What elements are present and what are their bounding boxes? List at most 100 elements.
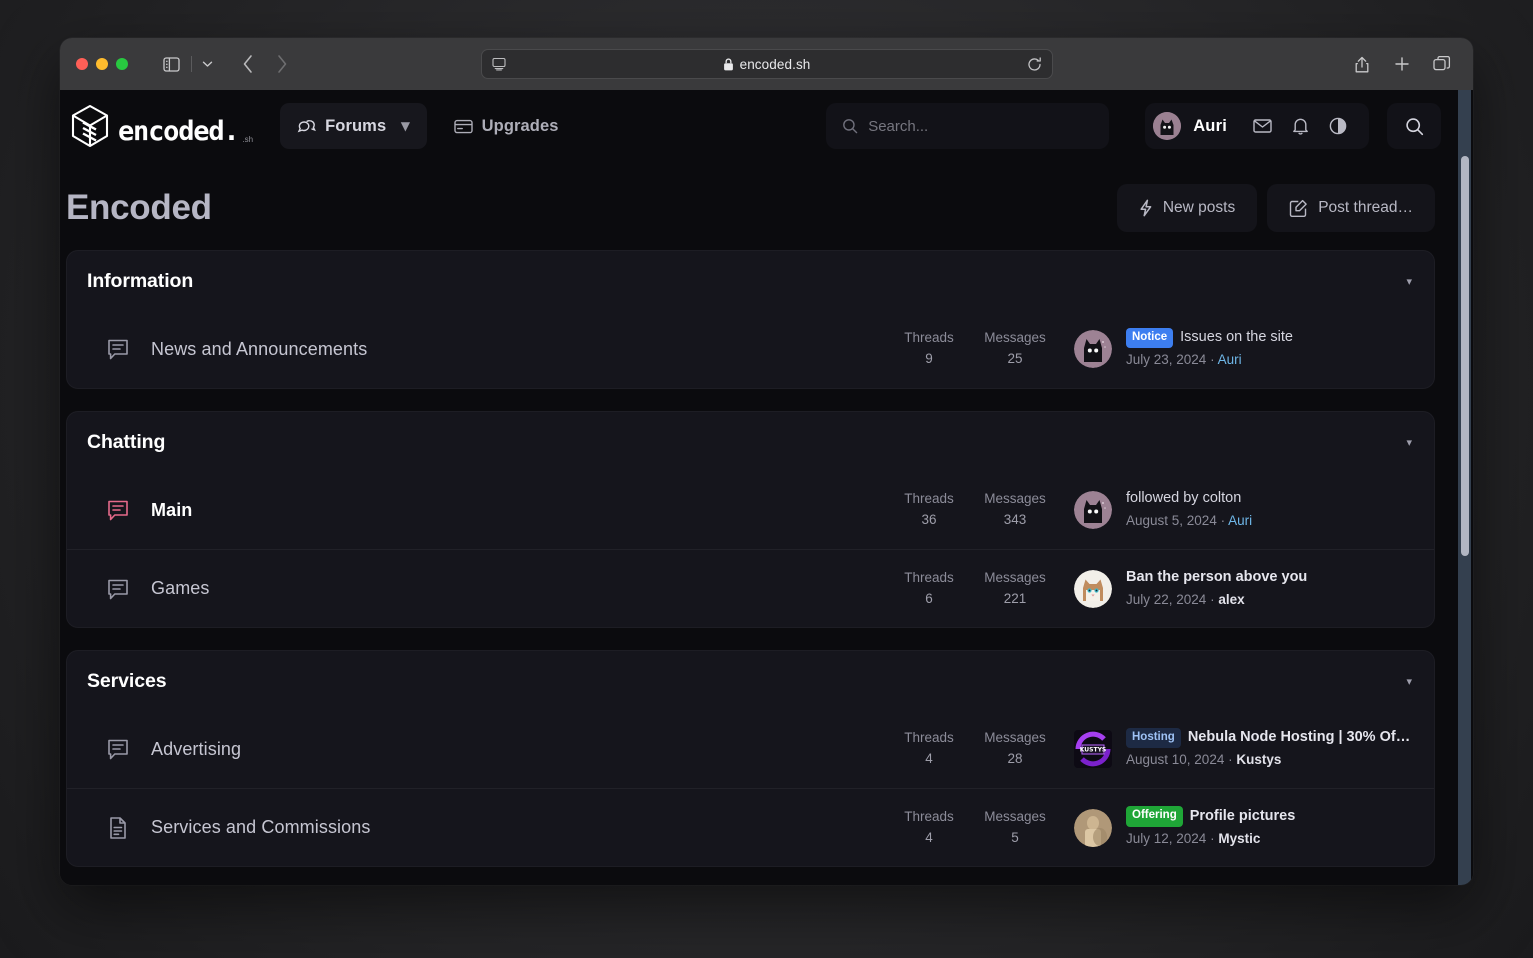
- chevron-down-icon[interactable]: ▾: [1406, 275, 1412, 288]
- close-window-button[interactable]: [76, 58, 88, 70]
- latest-post-author[interactable]: Auri: [1228, 513, 1252, 528]
- lightning-icon: [1139, 199, 1153, 217]
- section-header[interactable]: Services ▾: [67, 651, 1434, 710]
- site-logo[interactable]: encoded. .sh: [66, 104, 256, 148]
- forum-row[interactable]: News and Announcements Threads 9 Message…: [67, 310, 1434, 388]
- latest-post-title[interactable]: Issues on the site: [1180, 327, 1293, 349]
- lock-icon: [723, 58, 734, 71]
- chevron-down-icon[interactable]: ▾: [1406, 436, 1412, 449]
- forum-section: Chatting ▾ Main Threads 36 Messages 343 …: [66, 411, 1435, 628]
- avatar[interactable]: [1074, 569, 1112, 608]
- maximize-window-button[interactable]: [116, 58, 128, 70]
- page-title-row: Encoded New posts Post thread…: [60, 162, 1459, 250]
- section-title: Services: [87, 670, 167, 692]
- nav-item-label: Upgrades: [481, 116, 559, 135]
- latest-post: KUSTYS Hosting Nebula Node Hosting | 30%…: [1074, 727, 1412, 770]
- share-icon[interactable]: [1347, 50, 1377, 78]
- document-icon: [103, 815, 133, 841]
- status-badge: Offering: [1126, 806, 1183, 827]
- forum-stats: Threads 4 Messages 5: [886, 807, 1058, 849]
- forum-name[interactable]: News and Announcements: [151, 339, 367, 360]
- avatar[interactable]: [1074, 330, 1112, 368]
- messages-label: Messages: [984, 730, 1046, 746]
- threads-stat: Threads 36: [886, 489, 972, 531]
- forum-name[interactable]: Main: [151, 500, 192, 521]
- messages-label: Messages: [984, 330, 1046, 346]
- post-thread-button[interactable]: Post thread…: [1267, 184, 1435, 232]
- forum-stats: Threads 4 Messages 28: [886, 728, 1058, 770]
- threads-count: 36: [921, 512, 937, 527]
- tab-overview-icon[interactable]: [1427, 50, 1457, 78]
- search-input[interactable]: [868, 117, 1094, 135]
- latest-post-author[interactable]: Auri: [1218, 352, 1242, 367]
- latest-post: Ban the person above you July 22, 2024 ·…: [1074, 567, 1412, 610]
- latest-post-title[interactable]: Ban the person above you: [1126, 567, 1307, 589]
- forum-row[interactable]: Main Threads 36 Messages 343 followed by…: [67, 471, 1434, 549]
- back-arrow-icon[interactable]: [233, 50, 263, 78]
- latest-post-date: July 22, 2024: [1126, 591, 1207, 607]
- page-content: encoded. .sh Forums ▾ Upgrades Search...…: [60, 90, 1459, 885]
- inbox-icon[interactable]: [1245, 109, 1279, 143]
- messages-label: Messages: [984, 569, 1046, 585]
- forum-name[interactable]: Advertising: [151, 739, 241, 760]
- section-title: Chatting: [87, 431, 166, 453]
- forum-name[interactable]: Services and Commissions: [151, 817, 370, 838]
- latest-post-title[interactable]: Profile pictures: [1190, 806, 1296, 828]
- nav-item-label: Forums: [325, 116, 387, 135]
- threads-label: Threads: [904, 569, 954, 585]
- speech-bubble-icon: [103, 576, 133, 602]
- search-icon: [842, 118, 858, 134]
- nav-item-upgrades[interactable]: Upgrades: [437, 103, 576, 149]
- separator: ·: [1220, 513, 1229, 529]
- section-header[interactable]: Chatting ▾: [67, 412, 1434, 471]
- latest-post-title[interactable]: Nebula Node Hosting | 30% Off y…: [1188, 727, 1412, 749]
- reader-view-icon[interactable]: [491, 57, 506, 71]
- plus-icon[interactable]: [1387, 50, 1417, 78]
- latest-post: Notice Issues on the site July 23, 2024 …: [1074, 327, 1412, 370]
- forum-name[interactable]: Games: [151, 578, 210, 599]
- latest-post-author[interactable]: Mystic: [1218, 831, 1260, 846]
- threads-stat: Threads 4: [886, 728, 972, 770]
- browser-toolbar: encoded.sh: [60, 38, 1473, 90]
- page-scrollbar[interactable]: [1458, 90, 1471, 885]
- messages-stat: Messages 5: [972, 807, 1058, 849]
- contrast-icon[interactable]: [1321, 109, 1355, 143]
- threads-stat: Threads 9: [886, 328, 972, 370]
- new-posts-button[interactable]: New posts: [1116, 184, 1258, 232]
- forum-row[interactable]: Services and Commissions Threads 4 Messa…: [67, 788, 1434, 866]
- messages-count: 28: [1007, 751, 1023, 766]
- messages-count: 25: [1007, 351, 1023, 366]
- status-badge: Notice: [1126, 327, 1174, 349]
- forward-arrow-icon[interactable]: [267, 50, 297, 78]
- section-header[interactable]: Information ▾: [67, 251, 1434, 310]
- toolbar-divider: [191, 56, 192, 72]
- sidebar-toggle-icon[interactable]: [156, 50, 186, 78]
- threads-stat: Threads 4: [886, 807, 972, 849]
- speech-bubble-icon: [103, 736, 133, 762]
- messages-count: 221: [1003, 590, 1027, 606]
- chevron-down-icon[interactable]: ▾: [1406, 675, 1412, 688]
- site-logo-subtext: .sh: [242, 135, 254, 144]
- page-viewport: encoded. .sh Forums ▾ Upgrades Search...…: [60, 90, 1473, 885]
- latest-post-author[interactable]: Kustys: [1236, 752, 1281, 767]
- forum-row[interactable]: Games Threads 6 Messages 221 Ban the per…: [67, 549, 1434, 627]
- address-bar[interactable]: encoded.sh: [480, 49, 1053, 79]
- search-box[interactable]: [826, 103, 1110, 149]
- latest-post-author[interactable]: alex: [1218, 592, 1244, 607]
- avatar[interactable]: KUSTYS: [1074, 730, 1112, 768]
- minimize-window-button[interactable]: [96, 58, 108, 70]
- bell-icon[interactable]: [1283, 109, 1317, 143]
- forum-row[interactable]: Advertising Threads 4 Messages 28 KUSTYS…: [67, 710, 1434, 788]
- scrollbar-thumb[interactable]: [1460, 156, 1469, 556]
- chevron-down-icon: ▾: [401, 117, 410, 135]
- avatar[interactable]: [1074, 491, 1112, 529]
- latest-post-title[interactable]: followed by colton: [1126, 488, 1241, 510]
- nav-item-forums[interactable]: Forums ▾: [280, 103, 427, 149]
- search-button[interactable]: [1387, 103, 1441, 149]
- chevron-down-icon[interactable]: [197, 50, 217, 78]
- messages-stat: Messages 25: [972, 328, 1058, 370]
- avatar[interactable]: [1074, 808, 1112, 847]
- latest-post-date: July 23, 2024: [1126, 352, 1207, 368]
- avatar[interactable]: [1153, 112, 1182, 140]
- reload-icon[interactable]: [1027, 56, 1042, 72]
